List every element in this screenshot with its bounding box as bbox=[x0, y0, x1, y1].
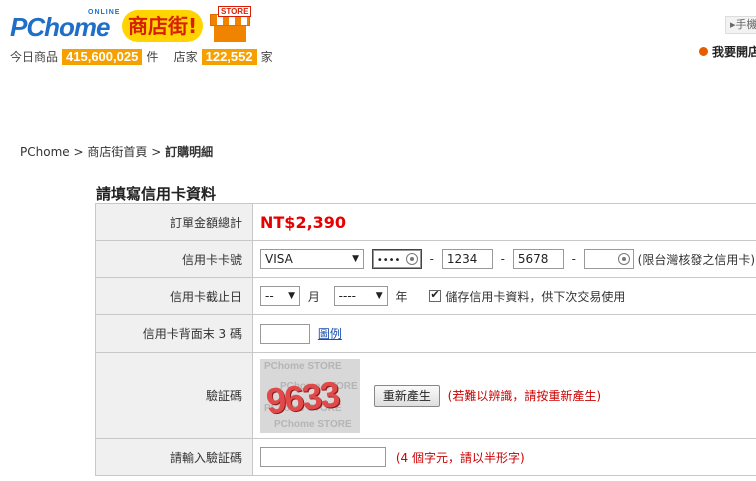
logo-brand: PChome bbox=[10, 12, 110, 42]
logo-shop: 商店街! bbox=[122, 10, 204, 42]
row-card-number: 信用卡卡號 VISA ▼ •••• - 1234 - 5678 - (限台灣核發之… bbox=[95, 240, 756, 278]
cvv-label: 信用卡背面末 3 碼 bbox=[95, 314, 253, 353]
regenerate-captcha-button[interactable]: 重新產生 bbox=[373, 384, 440, 407]
captcha-input-label: 請輸入驗証碼 bbox=[95, 438, 253, 476]
stats-shops-value: 122,552 bbox=[201, 49, 257, 65]
breadcrumb-pchome[interactable]: PChome bbox=[20, 145, 70, 159]
captcha-label: 驗証碼 bbox=[95, 352, 253, 439]
cvv-input[interactable] bbox=[260, 323, 310, 344]
card-number-label: 信用卡卡號 bbox=[95, 240, 253, 278]
save-card-checkbox[interactable] bbox=[429, 288, 442, 302]
total-amount: NT$2,390 bbox=[260, 212, 347, 232]
card-note: (限台灣核發之信用卡) bbox=[637, 252, 756, 267]
breadcrumb-separator: > bbox=[73, 145, 84, 159]
row-cvv: 信用卡背面末 3 碼 圖例 bbox=[95, 314, 756, 353]
regenerate-note: (若難以辨識，請按重新產生) bbox=[447, 389, 602, 403]
row-captcha-input: 請輸入驗証碼 (4 個字元，請以半形字) bbox=[95, 438, 756, 476]
year-unit: 年 bbox=[395, 289, 408, 304]
dropdown-arrow-icon: ▼ bbox=[288, 291, 295, 301]
row-expiry: 信用卡截止日 --▼ 月 ----▼ 年 儲存信用卡資料，供下次交易使用 bbox=[95, 277, 756, 315]
stats-products-value: 415,600,025 bbox=[62, 49, 143, 65]
cvv-example-link[interactable]: 圖例 bbox=[318, 325, 342, 342]
form-title: 請填寫信用卡資料 bbox=[96, 185, 217, 203]
logo-store-tag: STORE bbox=[218, 6, 252, 17]
captcha-input[interactable] bbox=[260, 447, 386, 467]
pchome-store-logo[interactable]: PChome ONLINE 商店街! STORE bbox=[10, 6, 252, 44]
breadcrumb-store-home[interactable]: 商店街首頁 bbox=[87, 145, 147, 159]
card-number-part3-input[interactable]: 5678 bbox=[512, 249, 564, 269]
card-type-select[interactable]: VISA ▼ bbox=[260, 249, 364, 269]
card-number-part4-input[interactable] bbox=[583, 249, 634, 269]
captcha-input-note: (4 個字元，請以半形字) bbox=[395, 450, 525, 465]
dropdown-arrow-icon: ▼ bbox=[375, 291, 383, 301]
total-label: 訂單金額總計 bbox=[95, 203, 253, 241]
site-stats: 今日商品 415,600,025 件 店家 122,552 家 bbox=[10, 49, 273, 65]
save-card-label: 儲存信用卡資料，供下次交易使用 bbox=[445, 289, 626, 304]
stats-products-label: 今日商品 bbox=[10, 50, 59, 64]
store-icon: STORE bbox=[208, 6, 252, 44]
dropdown-arrow-icon: ▼ bbox=[352, 254, 359, 264]
card-number-part1-input[interactable]: •••• bbox=[371, 249, 422, 269]
mobile-button[interactable]: ▸手機 bbox=[725, 16, 756, 34]
expiry-year-select[interactable]: ---- ▼ bbox=[333, 286, 388, 306]
row-total: 訂單金額總計 NT$2,390 bbox=[95, 203, 756, 241]
reveal-icon[interactable] bbox=[617, 253, 630, 265]
breadcrumb: PChome > 商店街首頁 > 訂購明細 bbox=[20, 143, 213, 160]
captcha-code: 9633 bbox=[264, 372, 340, 422]
logo-online: ONLINE bbox=[88, 9, 121, 16]
card-number-part2-input[interactable]: 1234 bbox=[441, 249, 493, 269]
month-unit: 月 bbox=[307, 289, 320, 304]
credit-card-form: 訂單金額總計 NT$2,390 信用卡卡號 VISA ▼ •••• - 1234 … bbox=[95, 203, 756, 476]
bullet-icon bbox=[699, 47, 708, 56]
breadcrumb-current: 訂購明細 bbox=[165, 145, 214, 159]
stats-products-unit: 件 bbox=[146, 50, 159, 64]
captcha-image: PChome STORE PChome STORE PChome STORE P… bbox=[260, 358, 360, 433]
breadcrumb-separator: > bbox=[151, 145, 162, 159]
stats-shops-label: 店家 bbox=[173, 50, 198, 64]
stats-shops-unit: 家 bbox=[260, 50, 273, 64]
row-captcha: 驗証碼 PChome STORE PChome STORE PChome STO… bbox=[95, 352, 756, 439]
open-shop-link[interactable]: 我要開店 bbox=[699, 43, 756, 60]
expiry-label: 信用卡截止日 bbox=[95, 277, 253, 315]
reveal-icon[interactable] bbox=[405, 253, 418, 265]
expiry-month-select[interactable]: -- ▼ bbox=[260, 286, 300, 306]
